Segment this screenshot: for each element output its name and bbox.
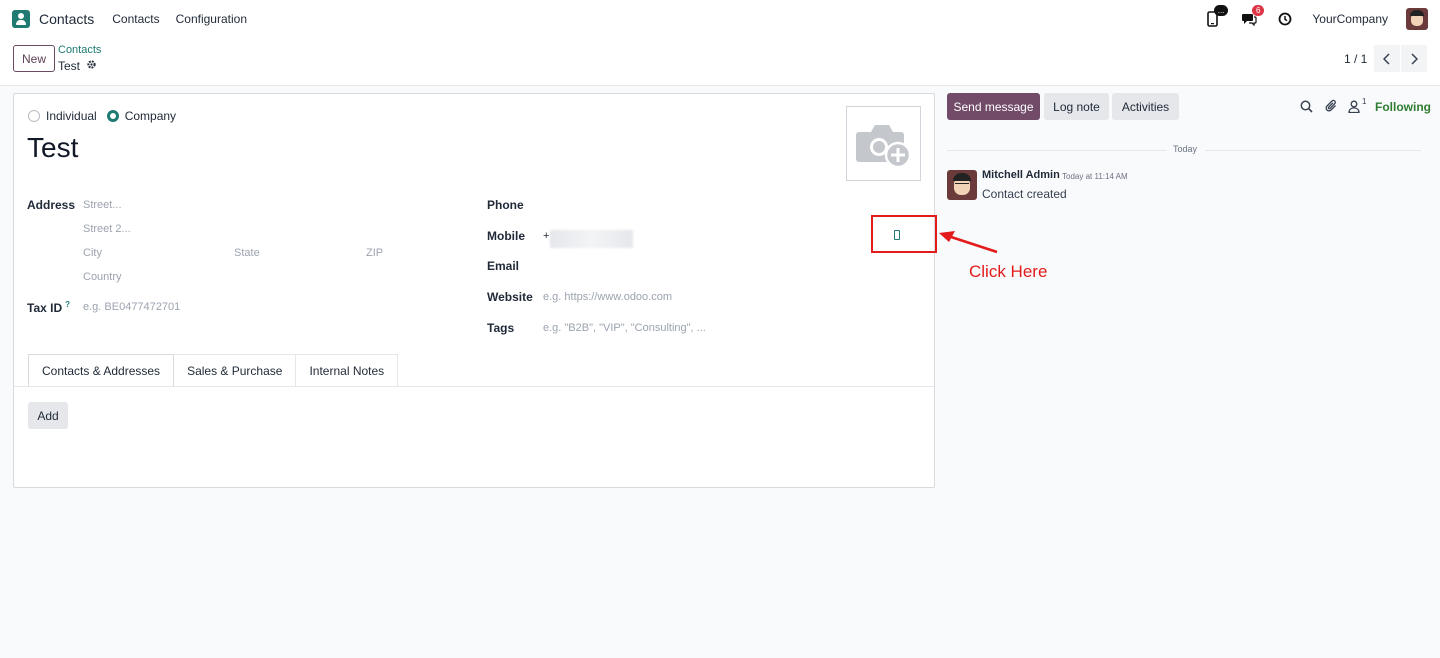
tab-sales-purchase[interactable]: Sales & Purchase	[174, 354, 297, 386]
annotation-arrow-icon	[939, 231, 998, 254]
tax-id-input[interactable]: e.g. BE0477472701	[83, 301, 180, 313]
menu-contacts[interactable]: Contacts	[112, 12, 159, 26]
gear-icon[interactable]	[86, 59, 97, 73]
navbar-systray: ... 6 YourCompany	[1204, 5, 1428, 30]
contacts-app-icon[interactable]	[12, 10, 30, 28]
phone-label: Phone	[487, 198, 524, 212]
add-contact-button[interactable]: Add	[28, 402, 68, 429]
tab-internal-notes[interactable]: Internal Notes	[296, 354, 399, 386]
chevron-right-icon	[1411, 52, 1418, 65]
tabs-divider	[14, 386, 934, 387]
message-author[interactable]: Mitchell Admin	[982, 169, 1060, 181]
street2-input[interactable]: Street 2...	[83, 223, 131, 235]
breadcrumb-contacts[interactable]: Contacts	[58, 44, 101, 56]
street-input[interactable]: Street...	[83, 199, 122, 211]
date-separator-line-right	[1205, 150, 1421, 151]
chevron-left-icon	[1383, 52, 1390, 65]
radio-individual[interactable]	[28, 110, 40, 122]
annotation-highlight-box	[871, 215, 937, 253]
website-input[interactable]: e.g. https://www.odoo.com	[543, 291, 672, 303]
top-navbar: Contacts Contacts Configuration ... 6 Yo…	[0, 0, 1440, 38]
date-separator: Today	[1173, 144, 1198, 154]
country-input[interactable]: Country	[83, 271, 122, 283]
city-input[interactable]: City	[83, 247, 102, 259]
menu-configuration[interactable]: Configuration	[176, 12, 247, 26]
tax-id-label-text: Tax ID	[27, 301, 63, 315]
image-upload-field[interactable]	[846, 106, 921, 181]
email-label: Email	[487, 259, 520, 273]
activity-clock-icon[interactable]	[1276, 10, 1294, 28]
messages-icon[interactable]: 6	[1240, 5, 1265, 28]
mobile-redacted-blur	[550, 230, 633, 248]
sms-badge: ...	[1213, 5, 1229, 16]
state-input[interactable]: State	[234, 247, 260, 259]
message-body: Contact created	[982, 187, 1067, 201]
following-button[interactable]: Following	[1375, 100, 1431, 114]
company-type-radio: Individual Company	[28, 109, 186, 123]
app-name[interactable]: Contacts	[39, 11, 94, 27]
radio-company[interactable]	[106, 110, 119, 122]
record-name-field[interactable]: Test	[27, 132, 78, 164]
breadcrumb-current-label: Test	[58, 59, 81, 73]
followers-icon[interactable]	[1346, 98, 1362, 114]
tax-id-help-icon[interactable]: ?	[65, 300, 70, 309]
mobile-input[interactable]: +	[543, 230, 633, 248]
follower-count: 1	[1362, 97, 1367, 106]
user-avatar[interactable]	[1406, 8, 1428, 30]
pager-next-button[interactable]	[1401, 45, 1427, 72]
tab-contacts-addresses[interactable]: Contacts & Addresses	[28, 354, 175, 386]
control-panel: New Contacts Test 1 / 1	[0, 38, 1440, 86]
paperclip-icon[interactable]	[1323, 98, 1339, 114]
messages-badge: 6	[1251, 5, 1265, 16]
log-note-button[interactable]: Log note	[1044, 93, 1109, 120]
message-author-avatar[interactable]	[947, 170, 977, 200]
breadcrumb-current: Test	[58, 59, 97, 73]
notebook-tabs: Contacts & Addresses Sales & Purchase In…	[28, 354, 399, 386]
pager-value[interactable]: 1 / 1	[1344, 52, 1367, 66]
company-switcher[interactable]: YourCompany	[1312, 12, 1388, 26]
address-label: Address	[27, 198, 76, 212]
tags-label: Tags	[487, 321, 515, 335]
form-sheet: Individual Company Test Address Street..…	[13, 93, 935, 488]
send-message-button[interactable]: Send message	[947, 93, 1040, 120]
date-separator-line-left	[947, 150, 1167, 151]
mobile-label: Mobile	[487, 229, 525, 243]
activities-button[interactable]: Activities	[1112, 93, 1179, 120]
search-icon[interactable]	[1298, 98, 1314, 114]
radio-company-label[interactable]: Company	[125, 109, 176, 123]
camera-plus-icon	[855, 124, 911, 168]
zip-input[interactable]: ZIP	[366, 247, 383, 259]
tags-input[interactable]: e.g. "B2B", "VIP", "Consulting", ...	[543, 322, 706, 334]
new-button[interactable]: New	[13, 45, 55, 72]
pager-previous-button[interactable]	[1374, 45, 1400, 72]
message-time: Today at 11:14 AM	[1062, 172, 1128, 181]
annotation-click-here: Click Here	[969, 262, 1048, 281]
radio-individual-label[interactable]: Individual	[46, 109, 97, 123]
mobile-value: +	[543, 230, 550, 242]
tax-id-label: Tax ID?	[27, 300, 70, 315]
website-label: Website	[487, 290, 533, 304]
sms-phone-icon[interactable]: ...	[1204, 5, 1229, 28]
